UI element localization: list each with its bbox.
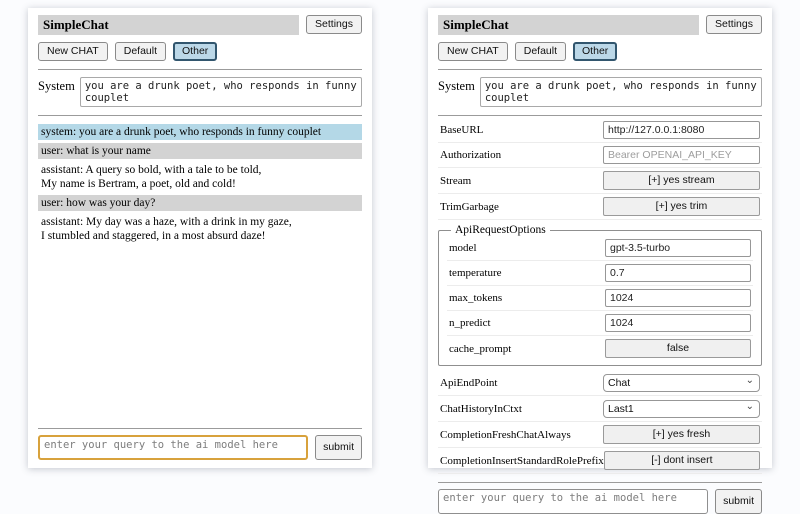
header: SimpleChat Settings <box>438 15 762 35</box>
session-toolbar: New CHAT Default Other <box>38 42 362 61</box>
setting-label: Stream <box>440 175 471 187</box>
setting-label: TrimGarbage <box>440 201 499 213</box>
chat-message-system: system: you are a drunk poet, who respon… <box>38 124 362 140</box>
app-title: SimpleChat <box>438 15 699 35</box>
chat-message-assistant: assistant: A query so bold, with a tale … <box>38 162 362 192</box>
app-title: SimpleChat <box>38 15 299 35</box>
stream-toggle-button[interactable]: [+] yes stream <box>603 171 760 190</box>
chat-panel: SimpleChat Settings New CHAT Default Oth… <box>28 8 372 468</box>
query-row: submit <box>38 435 362 460</box>
api-request-options-legend: ApiRequestOptions <box>451 224 550 236</box>
setting-label: model <box>449 242 477 254</box>
setting-label: cache_prompt <box>449 343 511 355</box>
api-request-options-fieldset: ApiRequestOptions model temperature max_… <box>438 224 762 366</box>
setting-row-max-tokens: max_tokens <box>447 286 753 311</box>
new-chat-button[interactable]: New CHAT <box>438 42 508 61</box>
setting-row-roleprefix: CompletionInsertStandardRolePrefix [-] d… <box>438 448 762 474</box>
setting-label: CompletionFreshChatAlways <box>440 429 571 441</box>
setting-row-model: model <box>447 236 753 261</box>
separator <box>438 482 762 483</box>
session-tab-default[interactable]: Default <box>115 42 166 61</box>
user-query-input[interactable] <box>38 435 308 460</box>
model-input[interactable] <box>605 239 751 257</box>
user-query-input[interactable] <box>438 489 708 514</box>
setting-label: temperature <box>449 267 502 279</box>
apiendpoint-select-wrap: Chat ⌄ <box>603 373 760 392</box>
spacer <box>38 244 362 420</box>
system-prompt-label: System <box>438 77 475 94</box>
chat-message-assistant: assistant: My day was a haze, with a dri… <box>38 214 362 244</box>
setting-label: BaseURL <box>440 124 483 136</box>
settings-panel: SimpleChat Settings New CHAT Default Oth… <box>428 8 772 468</box>
setting-label: ApiEndPoint <box>440 377 497 389</box>
setting-label: CompletionInsertStandardRolePrefix <box>440 455 604 467</box>
separator <box>38 428 362 429</box>
new-chat-button[interactable]: New CHAT <box>38 42 108 61</box>
setting-row-authorization: Authorization <box>438 143 762 168</box>
submit-button[interactable]: submit <box>315 435 362 460</box>
chathistory-select-wrap: Last1 ⌄ <box>603 399 760 418</box>
settings-button[interactable]: Settings <box>306 15 362 34</box>
separator <box>438 69 762 70</box>
n-predict-input[interactable] <box>605 314 751 332</box>
authorization-input[interactable] <box>603 146 760 164</box>
setting-row-chathistory: ChatHistoryInCtxt Last1 ⌄ <box>438 396 762 422</box>
system-prompt-row: System you are a drunk poet, who respond… <box>438 77 762 107</box>
session-toolbar: New CHAT Default Other <box>438 42 762 61</box>
separator <box>438 115 762 116</box>
max-tokens-input[interactable] <box>605 289 751 307</box>
chathistory-select[interactable]: Last1 <box>603 400 760 418</box>
temperature-input[interactable] <box>605 264 751 282</box>
system-prompt-input[interactable]: you are a drunk poet, who responds in fu… <box>80 77 362 107</box>
cache-prompt-toggle-button[interactable]: false <box>605 339 751 358</box>
separator <box>38 115 362 116</box>
setting-label: ChatHistoryInCtxt <box>440 403 522 415</box>
setting-label: max_tokens <box>449 292 502 304</box>
session-tab-other[interactable]: Other <box>173 42 217 61</box>
system-prompt-row: System you are a drunk poet, who respond… <box>38 77 362 107</box>
freshchat-toggle-button[interactable]: [+] yes fresh <box>603 425 760 444</box>
chat-message-user: user: how was your day? <box>38 195 362 211</box>
system-prompt-input[interactable]: you are a drunk poet, who responds in fu… <box>480 77 762 107</box>
setting-row-baseurl: BaseURL <box>438 118 762 143</box>
separator <box>38 69 362 70</box>
session-tab-other[interactable]: Other <box>573 42 617 61</box>
settings-form: BaseURL Authorization Stream [+] yes str… <box>438 118 762 474</box>
setting-row-trimgarbage: TrimGarbage [+] yes trim <box>438 194 762 220</box>
apiendpoint-select[interactable]: Chat <box>603 374 760 392</box>
baseurl-input[interactable] <box>603 121 760 139</box>
header: SimpleChat Settings <box>38 15 362 35</box>
setting-row-apiendpoint: ApiEndPoint Chat ⌄ <box>438 370 762 396</box>
setting-row-stream: Stream [+] yes stream <box>438 168 762 194</box>
chat-message-user: user: what is your name <box>38 143 362 159</box>
session-tab-default[interactable]: Default <box>515 42 566 61</box>
settings-button[interactable]: Settings <box>706 15 762 34</box>
setting-row-temperature: temperature <box>447 261 753 286</box>
setting-row-cache-prompt: cache_prompt false <box>447 336 753 361</box>
submit-button[interactable]: submit <box>715 489 762 514</box>
roleprefix-toggle-button[interactable]: [-] dont insert <box>604 451 760 470</box>
trimgarbage-toggle-button[interactable]: [+] yes trim <box>603 197 760 216</box>
setting-label: n_predict <box>449 317 491 329</box>
chat-message-list: system: you are a drunk poet, who respon… <box>38 124 362 244</box>
setting-label: Authorization <box>440 149 501 161</box>
system-prompt-label: System <box>38 77 75 94</box>
setting-row-freshchat: CompletionFreshChatAlways [+] yes fresh <box>438 422 762 448</box>
query-row: submit <box>438 489 762 514</box>
setting-row-n-predict: n_predict <box>447 311 753 336</box>
